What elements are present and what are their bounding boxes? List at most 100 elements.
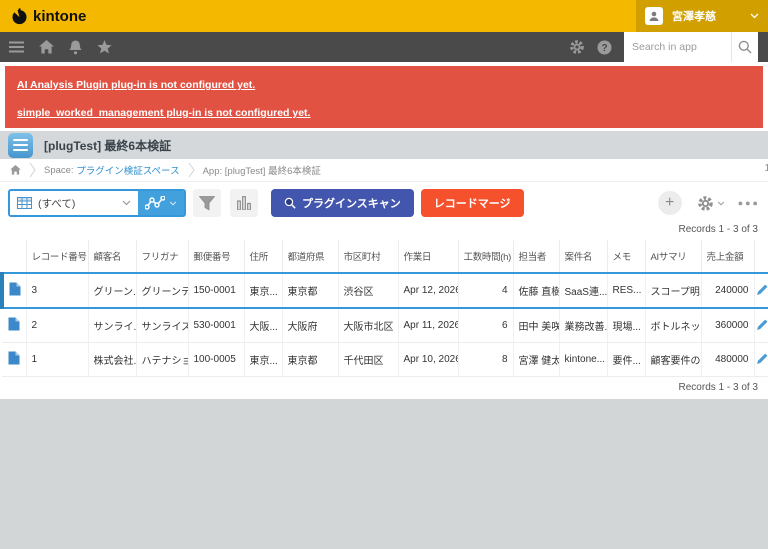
view-selector: (すべて) — [8, 189, 186, 217]
column-header-2[interactable]: フリガナ — [136, 240, 188, 273]
graph-nodes-icon — [145, 196, 165, 210]
column-header-6[interactable]: 市区町村 — [338, 240, 398, 273]
view-toolbar: (すべて) プラグインスキャン レコードマージ + ●●● — [0, 182, 768, 223]
plugin-scan-label: プラグインスキャン — [302, 195, 401, 211]
edit-record-button[interactable] — [754, 343, 768, 377]
alert-link-simple-worked-management[interactable]: simple_worked_management plug-in is not … — [17, 107, 751, 119]
table-cell: kintone... — [559, 343, 607, 377]
records-table: レコード番号顧客名フリガナ郵便番号住所都道府県市区町村作業日工数時間(h)担当者… — [0, 240, 768, 377]
app-settings-button[interactable] — [697, 195, 725, 212]
table-cell: 3 — [26, 273, 88, 308]
table-header-row: レコード番号顧客名フリガナ郵便番号住所都道府県市区町村作業日工数時間(h)担当者… — [2, 240, 768, 273]
svg-text:?: ? — [601, 43, 607, 54]
table-cell: ハテナショ... — [136, 343, 188, 377]
table-cell: 東京... — [244, 343, 282, 377]
app-header-bar: [plugTest] 最終6本検証 — [0, 131, 768, 159]
table-row[interactable]: 1株式会社...ハテナショ...100-0005東京...東京都千代田区Apr … — [2, 343, 768, 377]
search-submit-button[interactable] — [731, 32, 758, 62]
brand-text: kintone — [33, 8, 86, 25]
table-row[interactable]: 3グリーン...グリーンテ...150-0001東京...東京都渋谷区Apr 1… — [2, 273, 768, 308]
edit-pencil-icon — [756, 318, 768, 331]
app-search — [624, 32, 758, 62]
filter-button[interactable] — [193, 189, 221, 217]
edit-pencil-icon — [756, 283, 768, 296]
table-cell: 4 — [458, 273, 513, 308]
breadcrumb-home-icon[interactable] — [10, 165, 21, 175]
view-selector-dropdown[interactable]: (すべて) — [10, 191, 138, 215]
bar-chart-icon — [237, 196, 251, 210]
global-navbar: ? — [0, 32, 768, 62]
table-cell: 8 — [458, 343, 513, 377]
user-avatar-icon — [645, 7, 663, 25]
add-record-button[interactable]: + — [658, 191, 682, 215]
column-header-select[interactable] — [2, 240, 26, 273]
view-selector-label: (すべて) — [38, 196, 116, 211]
notifications-bell-icon[interactable] — [69, 40, 82, 55]
column-header-0[interactable]: レコード番号 — [26, 240, 88, 273]
record-icon-cell — [2, 343, 26, 377]
kintone-mark-icon — [11, 8, 28, 25]
home-icon[interactable] — [39, 40, 54, 54]
user-menu[interactable]: 宮澤孝慈 — [636, 0, 768, 32]
column-header-8[interactable]: 工数時間(h) — [458, 240, 513, 273]
column-header-13[interactable]: 売上金額 — [701, 240, 754, 273]
column-header-11[interactable]: メモ — [607, 240, 645, 273]
table-cell: サンライズ... — [136, 308, 188, 343]
table-cell: 佐藤 直樹 — [513, 273, 559, 308]
app-icon[interactable] — [8, 133, 33, 158]
table-cell: 東京都 — [282, 343, 338, 377]
chevron-down-icon — [750, 13, 759, 19]
chart-button[interactable] — [230, 189, 258, 217]
column-header-3[interactable]: 郵便番号 — [188, 240, 244, 273]
hamburger-menu-icon[interactable] — [9, 41, 24, 53]
table-row[interactable]: 2サンライ...サンライズ...530-0001大阪...大阪府大阪市北区Apr… — [2, 308, 768, 343]
kintone-logo[interactable]: kintone — [0, 8, 86, 25]
breadcrumb-separator-icon — [29, 162, 36, 178]
search-input[interactable] — [624, 32, 731, 62]
breadcrumb-space-link[interactable]: プラグイン検証スペース — [76, 163, 179, 177]
top-header-bar: kintone 宮澤孝慈 — [0, 0, 768, 32]
edit-record-button[interactable] — [754, 308, 768, 343]
column-header-10[interactable]: 案件名 — [559, 240, 607, 273]
breadcrumb-app-current: App: [plugTest] 最終6本検証 — [203, 163, 321, 177]
records-summary-top: Records 1 - 3 of 3 — [0, 223, 768, 240]
graph-view-toggle[interactable] — [138, 191, 184, 215]
table-cell: 2 — [26, 308, 88, 343]
record-merge-label: レコードマージ — [434, 195, 511, 211]
table-cell: Apr 12, 2026 — [398, 273, 458, 308]
table-cell: 田中 美咲 — [513, 308, 559, 343]
chevron-down-icon — [122, 200, 131, 206]
record-doc-icon — [9, 282, 21, 296]
help-icon[interactable]: ? — [597, 40, 612, 55]
plugin-scan-button[interactable]: プラグインスキャン — [271, 189, 414, 217]
table-cell: 千代田区 — [338, 343, 398, 377]
column-header-1[interactable]: 顧客名 — [88, 240, 136, 273]
alert-link-ai-analysis[interactable]: AI Analysis Plugin plug-in is not config… — [17, 79, 751, 91]
table-cell: Apr 11, 2026 — [398, 308, 458, 343]
table-view-icon — [17, 197, 32, 209]
column-header-4[interactable]: 住所 — [244, 240, 282, 273]
column-header-12[interactable]: AIサマリ — [645, 240, 701, 273]
column-header-7[interactable]: 作業日 — [398, 240, 458, 273]
navbar-right: ? — [569, 32, 768, 62]
table-cell: 150-0001 — [188, 273, 244, 308]
user-name: 宮澤孝慈 — [672, 8, 741, 24]
column-header-5[interactable]: 都道府県 — [282, 240, 338, 273]
table-cell: 大阪... — [244, 308, 282, 343]
more-options-button[interactable]: ●●● — [732, 198, 760, 208]
favorites-star-icon[interactable] — [97, 40, 112, 54]
column-header-edit[interactable] — [754, 240, 768, 273]
table-cell: 渋谷区 — [338, 273, 398, 308]
column-header-9[interactable]: 担当者 — [513, 240, 559, 273]
table-cell: グリーン... — [88, 273, 136, 308]
table-cell: ボトルネッ... — [645, 308, 701, 343]
record-doc-icon — [8, 317, 20, 331]
settings-gear-icon[interactable] — [569, 39, 585, 55]
edit-record-button[interactable] — [754, 273, 768, 308]
table-cell: 530-0001 — [188, 308, 244, 343]
chevron-down-icon — [169, 201, 177, 206]
search-icon — [738, 40, 752, 54]
record-icon-cell — [2, 308, 26, 343]
record-merge-button[interactable]: レコードマージ — [421, 189, 524, 217]
page-background — [0, 399, 768, 549]
